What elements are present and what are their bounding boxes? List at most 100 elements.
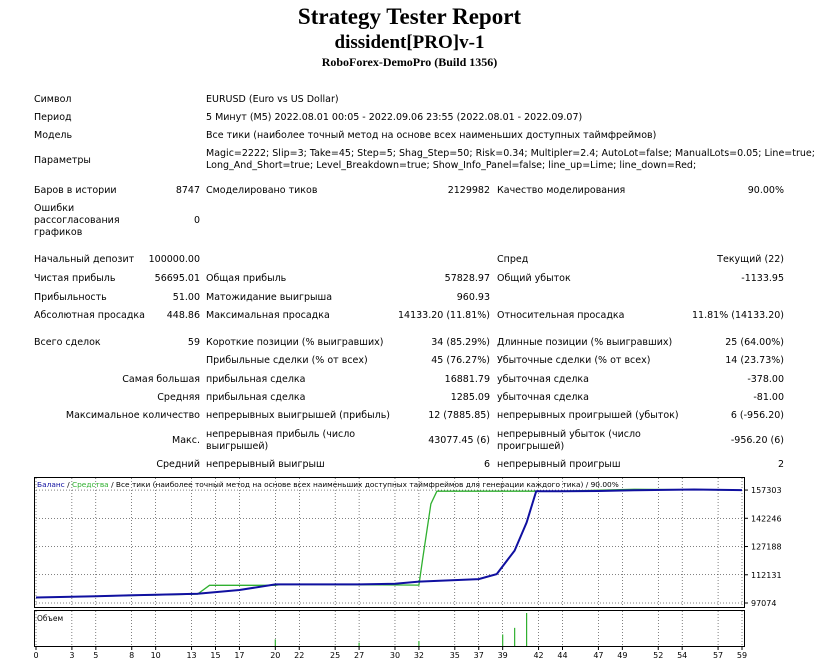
profit-factor-value: 51.00	[172, 292, 200, 303]
largest-loss-label: убыточная сделка	[497, 374, 589, 385]
x-tick-label: 17	[234, 651, 244, 660]
x-tick-label: 13	[186, 651, 196, 660]
x-tick-label: 35	[450, 651, 460, 660]
loss-trades-label: Убыточные сделки (% от всех)	[497, 355, 651, 366]
abs-drawdown-value: 448.86	[166, 310, 200, 321]
expected-payoff-label: Матожидание выигрыша	[206, 292, 333, 303]
x-tick-label: 32	[414, 651, 424, 660]
gross-profit-value: 57828.97	[444, 273, 490, 284]
avg-loss-label: убыточная сделка	[497, 392, 589, 403]
x-axis-labels: 0 3 5 8 10 13 15 17 20 22 25 27 30 32 35 37 39 42 44 47 49 52…	[34, 651, 747, 660]
rel-drawdown-label: Относительная просадка	[497, 310, 625, 321]
total-trades-label: Всего сделок	[34, 337, 101, 348]
profit-factor-label: Прибыльность	[34, 292, 107, 303]
total-trades-value: 59	[187, 337, 200, 348]
y-tick-label: 97074	[751, 599, 776, 608]
consec-profit-label-1: непрерывная прибыль (число	[206, 429, 356, 440]
x-tick-label: 20	[270, 651, 280, 660]
y-tick-label: 127188	[751, 543, 782, 552]
expert-name: dissident[PRO]v-1	[334, 32, 485, 53]
x-tick-label: 30	[390, 651, 400, 660]
largest-profit-value: 16881.79	[444, 374, 490, 385]
model-label: Модель	[34, 130, 73, 141]
gross-loss-value: -1133.95	[741, 273, 784, 284]
x-tick-label: 37	[474, 651, 484, 660]
bars-label: Баров в истории	[34, 185, 117, 196]
y-axis-labels: 157303 142246 127188 112131 97074	[751, 486, 782, 608]
bars-value: 8747	[175, 185, 200, 196]
quality-label: Качество моделирования	[497, 185, 626, 196]
gross-profit-label: Общая прибыль	[206, 273, 287, 284]
period-label: Период	[34, 112, 72, 123]
max-drawdown-label: Максимальная просадка	[206, 310, 330, 321]
rel-drawdown-value: 11.81% (14133.20)	[692, 310, 784, 321]
legend-separator-2: /	[109, 480, 116, 489]
chart-main-frame	[34, 477, 745, 608]
consec-wins-label: непрерывных выигрышей (прибыль)	[206, 410, 391, 421]
volume-label: Объем	[37, 614, 63, 623]
gross-loss-label: Общий убыток	[497, 273, 571, 284]
consec-losses-value: 6 (-956.20)	[730, 410, 784, 421]
consec-wins-value: 12 (7885.85)	[428, 410, 490, 421]
mismatch-label-2: рассогласования	[34, 215, 120, 226]
spread-label: Спред	[497, 254, 529, 265]
x-tick-label: 15	[210, 651, 220, 660]
y-tick-label: 142246	[751, 514, 782, 523]
x-tick-label: 49	[617, 651, 627, 660]
average-2-label: Средний	[156, 459, 200, 470]
symbol-label: Символ	[34, 94, 72, 105]
avg-consec-wins-label: непрерывный выигрыш	[206, 459, 325, 470]
symbol-value: EURUSD (Euro vs US Dollar)	[206, 94, 339, 105]
mismatch-label-3: графиков	[34, 227, 83, 238]
consec-loss-label-2: проигрышей)	[497, 441, 565, 452]
consec-losses-label: непрерывных проигрышей (убыток)	[497, 410, 679, 421]
long-positions-value: 25 (64.00%)	[725, 337, 784, 348]
x-tick-label: 54	[677, 651, 687, 660]
params-line2: Long_And_Short=true; Level_Breakdown=tru…	[206, 160, 697, 171]
chart-legend: Баланс / Средства / Все тики (наиболее т…	[37, 480, 619, 489]
consec-loss-label-1: непрерывный убыток (число	[497, 429, 641, 440]
consec-profit-label-2: выигрышей)	[206, 441, 269, 452]
spread-value: Текущий (22)	[717, 254, 784, 265]
mismatch-value: 0	[193, 215, 200, 226]
report-title: Strategy Tester Report	[297, 4, 522, 29]
ticks-label: Смоделировано тиков	[206, 185, 318, 196]
avg-consec-losses-value: 2	[777, 459, 784, 470]
x-tick-label: 22	[294, 651, 304, 660]
max-drawdown-value: 14133.20 (11.81%)	[398, 310, 490, 321]
y-tick-label: 112131	[751, 571, 782, 580]
x-tick-label: 3	[69, 651, 74, 660]
net-profit-label: Чистая прибыль	[34, 273, 116, 284]
max-count-label: Максимальное количество	[65, 410, 200, 421]
consec-profit-value: 43077.45 (6)	[428, 435, 490, 446]
params-label: Параметры	[34, 155, 91, 166]
profit-trades-value: 45 (76.27%)	[431, 355, 490, 366]
x-tick-label: 44	[557, 651, 567, 660]
largest-loss-value: -378.00	[747, 374, 784, 385]
expected-payoff-value: 960.93	[456, 292, 490, 303]
deposit-value: 100000.00	[148, 254, 200, 265]
legend-equity: Средства	[72, 480, 109, 489]
ticks-value: 2129982	[447, 185, 490, 196]
x-tick-label: 5	[93, 651, 98, 660]
average-label: Средняя	[157, 392, 200, 403]
chart-volume-frame	[34, 610, 745, 647]
x-tick-label: 57	[713, 651, 723, 660]
x-tick-label: 47	[593, 651, 603, 660]
avg-profit-label: прибыльная сделка	[206, 392, 306, 403]
long-positions-label: Длинные позиции (% выигравших)	[497, 337, 673, 348]
consec-loss-value: -956.20 (6)	[730, 435, 784, 446]
server-name: RoboForex-DemoPro (Build 1356)	[321, 55, 498, 69]
short-positions-value: 34 (85.29%)	[431, 337, 490, 348]
loss-trades-value: 14 (23.73%)	[725, 355, 784, 366]
x-tick-label: 8	[129, 651, 134, 660]
avg-consec-losses-label: непрерывный проигрыш	[497, 459, 621, 470]
x-tick-label: 0	[34, 651, 39, 660]
quality-value: 90.00%	[747, 185, 784, 196]
x-tick-label: 59	[737, 651, 747, 660]
legend-separator-1: /	[65, 480, 72, 489]
y-tick-label: 157303	[751, 486, 782, 495]
legend-description: Все тики (наиболее точный метод на основ…	[116, 480, 619, 489]
avg-profit-value: 1285.09	[450, 392, 490, 403]
balance-chart: 15730314224612718811213197074 0 3 5 8 10 13 15…	[34, 477, 782, 660]
